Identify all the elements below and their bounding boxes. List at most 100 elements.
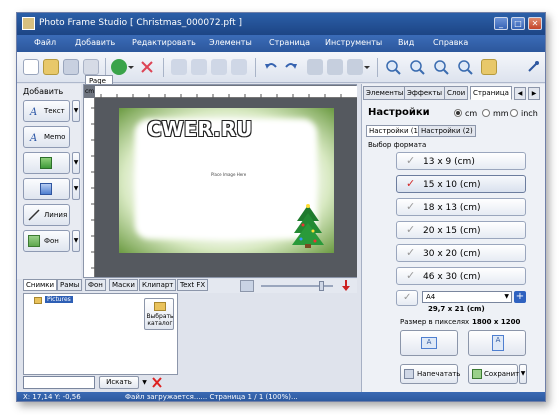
- add-text-dropdown[interactable]: ▼: [72, 100, 80, 122]
- format-30x20-label: 30 x 20 (cm): [423, 249, 481, 259]
- format-20x15-button[interactable]: ✓ 20 x 15 (cm): [396, 221, 526, 239]
- landscape-orientation-button[interactable]: A: [400, 330, 458, 356]
- format-18x13-label: 18 x 13 (cm): [423, 203, 481, 213]
- add-shape-button[interactable]: [23, 178, 70, 200]
- zoom-slider-thumb[interactable]: [319, 281, 324, 291]
- add-paper-size-button[interactable]: +: [514, 291, 526, 303]
- menu-edit[interactable]: Редактировать: [132, 38, 196, 47]
- memo-icon: A: [28, 131, 40, 144]
- photo-placeholder[interactable]: [141, 125, 311, 233]
- add-line-label: Линия: [44, 211, 68, 219]
- clear-search-icon[interactable]: [151, 376, 163, 391]
- menu-tools[interactable]: Инструменты: [325, 38, 382, 47]
- tabs-scroll-right[interactable]: ▶: [528, 87, 540, 100]
- tab-masks[interactable]: Маски: [109, 279, 138, 291]
- format-30x20-button[interactable]: ✓ 30 x 20 (cm): [396, 244, 526, 262]
- subtab-settings-2[interactable]: Настройки (2): [418, 125, 476, 137]
- gallery-panel: Pictures Выбрать каталог: [23, 293, 178, 375]
- add-line-button[interactable]: Линия: [23, 204, 70, 226]
- background-icon: [28, 235, 40, 247]
- open-icon[interactable]: [43, 59, 59, 75]
- add-shape-dropdown[interactable]: ▼: [72, 178, 80, 200]
- save-icon[interactable]: [63, 59, 79, 75]
- unit-inch-radio[interactable]: [510, 109, 518, 117]
- zoom-preview-icon[interactable]: [240, 280, 254, 292]
- line-icon: [28, 209, 40, 221]
- minimize-button[interactable]: _: [494, 17, 508, 30]
- horizontal-ruler: [95, 86, 357, 98]
- tab-page[interactable]: Страница: [470, 86, 512, 100]
- tree-item-pictures[interactable]: Pictures: [45, 296, 73, 303]
- unit-cm-radio[interactable]: [454, 109, 462, 117]
- choose-folder-label: Выбрать каталог: [146, 313, 174, 327]
- tab-backgrounds[interactable]: Фон: [85, 279, 106, 291]
- copy-icon[interactable]: [327, 59, 343, 75]
- portrait-orientation-button[interactable]: A: [468, 330, 526, 356]
- zoom-actual-icon[interactable]: [457, 59, 473, 75]
- undo-icon[interactable]: [263, 59, 279, 75]
- unit-mm-radio[interactable]: [482, 109, 490, 117]
- save-options-dropdown[interactable]: ▼: [519, 364, 527, 384]
- align-left-icon[interactable]: [171, 59, 187, 75]
- custom-format-check[interactable]: ✓: [396, 290, 418, 306]
- add-image-dropdown[interactable]: ▼: [72, 152, 80, 174]
- cut-icon[interactable]: [307, 59, 323, 75]
- tab-effects[interactable]: Эффекты: [404, 86, 445, 100]
- check-icon: ✓: [406, 223, 416, 236]
- zoom-down-arrow-icon[interactable]: [341, 279, 351, 294]
- print-icon[interactable]: [83, 59, 99, 75]
- paste-icon[interactable]: [347, 59, 363, 75]
- add-background-dropdown[interactable]: ▼: [72, 230, 80, 252]
- shape-icon: [40, 183, 52, 195]
- choose-folder-button[interactable]: Выбрать каталог: [144, 298, 174, 330]
- new-icon[interactable]: [23, 59, 39, 75]
- subtab-settings-1[interactable]: Настройки (1): [366, 125, 424, 137]
- zoom-out-icon[interactable]: [409, 59, 425, 75]
- pin-icon[interactable]: [525, 59, 541, 75]
- close-button[interactable]: ✕: [528, 17, 542, 30]
- tab-layers[interactable]: Слои: [444, 86, 469, 100]
- zoom-in-icon[interactable]: [385, 59, 401, 75]
- add-background-button[interactable]: Фон: [23, 230, 70, 252]
- add-page-dropdown-icon[interactable]: [127, 59, 135, 75]
- menu-add[interactable]: Добавить: [75, 38, 115, 47]
- tabs-scroll-left[interactable]: ◀: [514, 87, 526, 100]
- add-image-button[interactable]: [23, 152, 70, 174]
- add-memo-button[interactable]: A Memo: [23, 126, 70, 148]
- export-icon[interactable]: [481, 59, 497, 75]
- format-46x30-button[interactable]: ✓ 46 x 30 (cm): [396, 267, 526, 285]
- menu-help[interactable]: Справка: [433, 38, 468, 47]
- tab-clipart[interactable]: Клипарт: [139, 279, 177, 291]
- add-page-icon[interactable]: [111, 59, 127, 75]
- tab-snapshots[interactable]: Снимки: [23, 279, 58, 291]
- menu-file[interactable]: Файл: [34, 38, 56, 47]
- toolbar-separator: [255, 58, 256, 77]
- tab-elements[interactable]: Элементы: [363, 86, 407, 100]
- paper-size-select[interactable]: A4 ▼: [422, 291, 512, 303]
- search-options-dropdown[interactable]: ▼: [140, 376, 149, 389]
- align-center-icon[interactable]: [191, 59, 207, 75]
- print-button[interactable]: Напечатать: [400, 364, 460, 384]
- save-button[interactable]: Сохранить: [468, 364, 523, 384]
- tab-frames[interactable]: Рамы: [57, 279, 83, 291]
- add-background-label: Фон: [44, 237, 59, 245]
- menu-elements[interactable]: Элементы: [209, 38, 252, 47]
- delete-page-icon[interactable]: [139, 59, 155, 75]
- search-input[interactable]: [23, 376, 95, 389]
- redo-icon[interactable]: [283, 59, 299, 75]
- menu-page[interactable]: Страница: [269, 38, 310, 47]
- tab-textfx[interactable]: Text FX: [177, 279, 209, 291]
- align-bottom-icon[interactable]: [231, 59, 247, 75]
- format-13x9-button[interactable]: ✓ 13 x 9 (cm): [396, 152, 526, 170]
- menu-view[interactable]: Вид: [398, 38, 414, 47]
- zoom-fit-icon[interactable]: [433, 59, 449, 75]
- align-top-icon[interactable]: [211, 59, 227, 75]
- format-18x13-button[interactable]: ✓ 18 x 13 (cm): [396, 198, 526, 216]
- add-text-button[interactable]: A Текст: [23, 100, 70, 122]
- format-46x30-label: 46 x 30 (cm): [423, 272, 481, 282]
- format-15x10-button[interactable]: ✓ 15 x 10 (cm): [396, 175, 526, 193]
- paste-dropdown-icon[interactable]: [363, 59, 371, 75]
- search-button[interactable]: Искать: [99, 376, 139, 389]
- properties-panel: Элементы Эффекты Слои Страница ◀ ▶ Настр…: [361, 84, 545, 392]
- maximize-button[interactable]: □: [511, 17, 525, 30]
